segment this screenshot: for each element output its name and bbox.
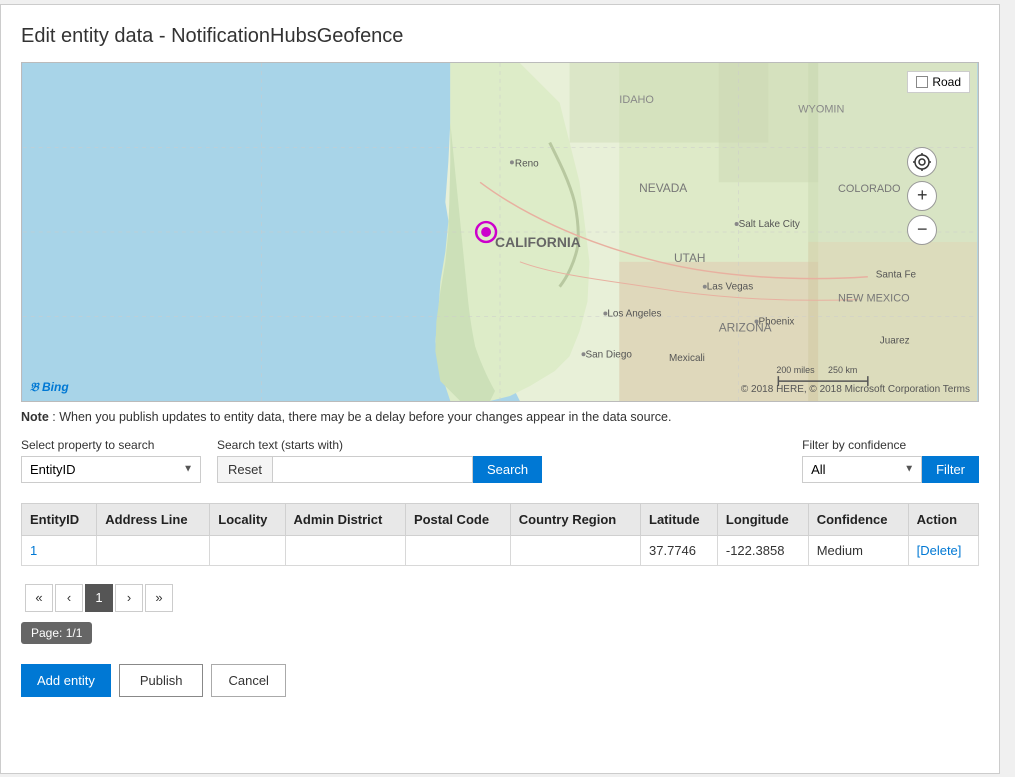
first-page-button[interactable]: « bbox=[25, 584, 53, 612]
note-label: Note bbox=[21, 410, 49, 424]
col-admin-district: Admin District bbox=[285, 503, 405, 535]
svg-text:Santa Fe: Santa Fe bbox=[876, 269, 917, 280]
svg-text:250 km: 250 km bbox=[828, 365, 857, 375]
filter-select[interactable]: All High Medium Low bbox=[802, 456, 922, 483]
svg-text:COLORADO: COLORADO bbox=[838, 183, 901, 195]
col-country-region: Country Region bbox=[510, 503, 640, 535]
svg-text:Reno: Reno bbox=[515, 158, 539, 169]
add-entity-button[interactable]: Add entity bbox=[21, 664, 111, 697]
svg-text:San Diego: San Diego bbox=[585, 349, 632, 360]
cell-confidence: Medium bbox=[808, 535, 908, 565]
search-area: Select property to search EntityID Addre… bbox=[21, 438, 979, 483]
search-text-row: Reset Search bbox=[217, 456, 542, 483]
search-button[interactable]: Search bbox=[473, 456, 542, 483]
cancel-button[interactable]: Cancel bbox=[211, 664, 285, 697]
cell-country-region bbox=[510, 535, 640, 565]
locate-icon bbox=[913, 153, 931, 171]
publish-button[interactable]: Publish bbox=[119, 664, 204, 697]
map-svg: CALIFORNIA NEVADA UTAH ARIZONA NEW MEXIC… bbox=[22, 63, 978, 401]
filter-button[interactable]: Filter bbox=[922, 456, 979, 483]
cell-address-line bbox=[97, 535, 210, 565]
locate-button[interactable] bbox=[907, 147, 937, 177]
next-page-button[interactable]: › bbox=[115, 584, 143, 612]
cell-latitude: 37.7746 bbox=[641, 535, 718, 565]
page-title: Edit entity data - NotificationHubsGeofe… bbox=[21, 25, 979, 48]
zoom-in-button[interactable]: + bbox=[907, 181, 937, 211]
map-controls: Road + − bbox=[907, 71, 970, 245]
page-info: Page: 1/1 bbox=[21, 622, 92, 644]
svg-text:UTAH: UTAH bbox=[674, 250, 706, 264]
entity-id-link[interactable]: 1 bbox=[30, 543, 37, 558]
filter-label: Filter by confidence bbox=[802, 438, 979, 452]
svg-text:NEW MEXICO: NEW MEXICO bbox=[838, 292, 910, 304]
search-text-label: Search text (starts with) bbox=[217, 438, 542, 452]
map-container[interactable]: CALIFORNIA NEVADA UTAH ARIZONA NEW MEXIC… bbox=[21, 62, 979, 402]
svg-text:WYOMIN: WYOMIN bbox=[798, 103, 844, 115]
delete-link[interactable]: [Delete] bbox=[917, 543, 962, 558]
last-page-button[interactable]: » bbox=[145, 584, 173, 612]
property-search-label: Select property to search bbox=[21, 438, 201, 452]
bing-logo: 𝔅 Bing bbox=[30, 380, 69, 395]
bing-b: 𝔅 bbox=[30, 380, 39, 394]
svg-text:Los Angeles: Los Angeles bbox=[607, 308, 661, 319]
col-address-line: Address Line bbox=[97, 503, 210, 535]
col-action: Action bbox=[908, 503, 978, 535]
property-select[interactable]: EntityID Address Line Locality Admin Dis… bbox=[21, 456, 201, 483]
cell-entityid: 1 bbox=[22, 535, 97, 565]
search-input[interactable] bbox=[273, 456, 473, 483]
svg-text:IDAHO: IDAHO bbox=[619, 93, 654, 105]
cell-postal-code bbox=[405, 535, 510, 565]
note-text: Note : When you publish updates to entit… bbox=[21, 410, 979, 424]
road-checkbox bbox=[916, 76, 928, 88]
property-search-group: Select property to search EntityID Addre… bbox=[21, 438, 201, 483]
filter-select-wrapper: All High Medium Low ▼ bbox=[802, 456, 922, 483]
map-copyright: © 2018 HERE, © 2018 Microsoft Corporatio… bbox=[741, 384, 970, 395]
road-toggle-button[interactable]: Road bbox=[907, 71, 970, 93]
pagination-row: « ‹ 1 › » bbox=[21, 576, 979, 616]
svg-text:NEVADA: NEVADA bbox=[639, 181, 687, 195]
data-table: EntityID Address Line Locality Admin Dis… bbox=[21, 503, 979, 566]
search-text-group: Search text (starts with) Reset Search bbox=[217, 438, 542, 483]
road-label: Road bbox=[932, 75, 961, 89]
prev-page-button[interactable]: ‹ bbox=[55, 584, 83, 612]
cell-admin-district bbox=[285, 535, 405, 565]
svg-text:Juarez: Juarez bbox=[880, 335, 910, 346]
table-header-row: EntityID Address Line Locality Admin Dis… bbox=[22, 503, 979, 535]
cell-longitude: -122.3858 bbox=[717, 535, 808, 565]
current-page-button[interactable]: 1 bbox=[85, 584, 113, 612]
col-longitude: Longitude bbox=[717, 503, 808, 535]
cell-locality bbox=[210, 535, 285, 565]
svg-text:Las Vegas: Las Vegas bbox=[707, 281, 753, 292]
table-row: 1 37.7746 -122.3858 Medium [Delete] bbox=[22, 535, 979, 565]
pagination-container: « ‹ 1 › » Page: 1/1 bbox=[21, 576, 979, 644]
svg-text:Mexicali: Mexicali bbox=[669, 353, 705, 364]
note-body: : When you publish updates to entity dat… bbox=[52, 410, 671, 424]
reset-button[interactable]: Reset bbox=[217, 456, 273, 483]
svg-text:Phoenix: Phoenix bbox=[758, 316, 794, 327]
svg-text:Salt Lake City: Salt Lake City bbox=[739, 219, 800, 230]
col-postal-code: Postal Code bbox=[405, 503, 510, 535]
zoom-out-button[interactable]: − bbox=[907, 215, 937, 245]
col-latitude: Latitude bbox=[641, 503, 718, 535]
svg-text:CALIFORNIA: CALIFORNIA bbox=[495, 233, 581, 249]
cell-action: [Delete] bbox=[908, 535, 978, 565]
col-locality: Locality bbox=[210, 503, 285, 535]
filter-group: Filter by confidence All High Medium Low… bbox=[802, 438, 979, 483]
filter-row: All High Medium Low ▼ Filter bbox=[802, 456, 979, 483]
bottom-bar: Add entity Publish Cancel bbox=[21, 664, 979, 697]
bing-text: Bing bbox=[42, 380, 69, 394]
svg-text:200 miles: 200 miles bbox=[776, 365, 815, 375]
property-select-wrapper: EntityID Address Line Locality Admin Dis… bbox=[21, 456, 201, 483]
col-entityid: EntityID bbox=[22, 503, 97, 535]
col-confidence: Confidence bbox=[808, 503, 908, 535]
